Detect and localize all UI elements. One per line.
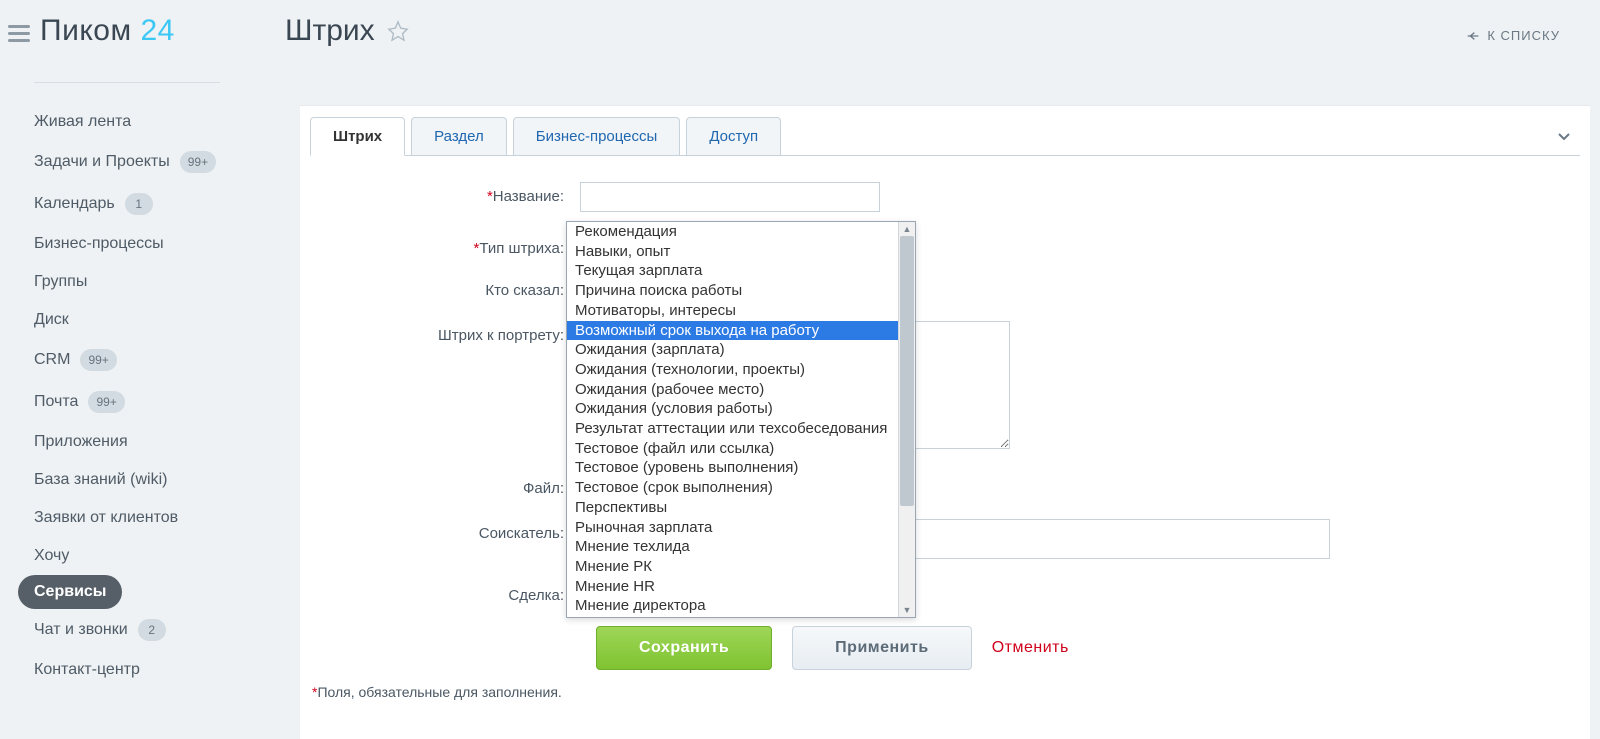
dropdown-option[interactable]: Мотиваторы, интересы — [567, 301, 898, 321]
tab-2[interactable]: Бизнес-процессы — [513, 117, 681, 156]
sidebar-item-10[interactable]: Заявки от клиентов — [34, 499, 260, 537]
sidebar: Живая лента Задачи и Проекты 99+ Календарь 1… — [0, 70, 260, 739]
sidebar-item-label: Заявки от клиентов — [34, 509, 178, 527]
back-arrow-icon — [1465, 30, 1481, 42]
sidebar-item-0[interactable]: Живая лента — [34, 103, 260, 141]
sidebar-item-label: Почта — [34, 393, 78, 411]
app-name-main: Пиком — [40, 14, 132, 47]
tab-0[interactable]: Штрих — [310, 117, 405, 156]
dropdown-option[interactable]: Навыки, опыт — [567, 242, 898, 262]
sidebar-item-label: Группы — [34, 273, 87, 291]
sidebar-item-label: Задачи и Проекты — [34, 153, 170, 171]
sidebar-item-label: Диск — [34, 311, 69, 329]
dropdown-option[interactable]: Тестовое (уровень выполнения) — [567, 458, 898, 478]
scroll-thumb[interactable] — [900, 236, 914, 506]
sidebar-item-label: Живая лента — [34, 113, 131, 131]
sidebar-item-2[interactable]: Календарь 1 — [34, 183, 260, 225]
label-applicant: Соискатель: — [330, 519, 580, 542]
favorite-star-icon[interactable] — [387, 20, 409, 42]
dropdown-option[interactable]: Результат аттестации или техсобеседовани… — [567, 419, 898, 439]
label-portrait: Штрих к портрету: — [330, 321, 580, 344]
sidebar-item-14[interactable]: Контакт-центр — [34, 651, 260, 689]
sidebar-item-3[interactable]: Бизнес-процессы — [34, 225, 260, 263]
tabs-more-icon[interactable] — [1558, 128, 1570, 144]
sidebar-item-4[interactable]: Группы — [34, 263, 260, 301]
dropdown-option[interactable]: Ожидания (рабочее место) — [567, 380, 898, 400]
label-who: Кто сказал: — [330, 276, 580, 299]
sidebar-item-label: Контакт-центр — [34, 661, 140, 679]
dropdown-option[interactable]: Тестовое (срок выполнения) — [567, 478, 898, 498]
header: Пиком 24 Штрих К СПИСКУ — [0, 0, 1600, 70]
dropdown-option[interactable]: Текущая зарплата — [567, 261, 898, 281]
form: *Название: *Тип штриха: (не установлено)… — [300, 156, 1590, 670]
dropdown-option[interactable]: Причина поиска работы — [567, 281, 898, 301]
scroll-up-icon[interactable]: ▲ — [899, 222, 915, 236]
dropdown-option[interactable]: Ожидания (технологии, проекты) — [567, 360, 898, 380]
sidebar-item-label: Сервисы — [34, 583, 106, 601]
dropdown-option[interactable]: Ожидания (условия работы) — [567, 399, 898, 419]
sidebar-item-label: Хочу — [34, 547, 69, 565]
dropdown-option[interactable]: Возможный срок выхода на работу — [567, 321, 898, 341]
dropdown-option[interactable]: Тестовое (файл или ссылка) — [567, 439, 898, 459]
dropdown-option[interactable]: Рыночная зарплата — [567, 518, 898, 538]
back-to-list-link[interactable]: К СПИСКУ — [1465, 28, 1560, 43]
dropdown-option[interactable]: Рекомендация — [567, 222, 898, 242]
sidebar-item-label: Бизнес-процессы — [34, 235, 164, 253]
type-dropdown-list: РекомендацияНавыки, опытТекущая зарплата… — [567, 222, 898, 617]
sidebar-item-12[interactable]: Сервисы — [18, 575, 122, 609]
menu-toggle-icon[interactable] — [8, 25, 30, 43]
input-name[interactable] — [580, 182, 880, 212]
label-deal: Сделка: — [330, 581, 580, 604]
app-logo[interactable]: Пиком 24 — [40, 14, 175, 48]
save-button[interactable]: Сохранить — [596, 626, 772, 670]
dropdown-option[interactable]: Мнение HR — [567, 577, 898, 597]
label-type: *Тип штриха: — [330, 234, 580, 257]
scroll-down-icon[interactable]: ▼ — [899, 603, 915, 617]
page-title: Штрих — [285, 14, 375, 48]
sidebar-divider — [34, 82, 220, 83]
required-footnote: *Поля, обязательные для заполнения. — [312, 684, 1590, 700]
sidebar-item-8[interactable]: Приложения — [34, 423, 260, 461]
sidebar-item-label: CRM — [34, 351, 70, 369]
tabs: ШтрихРазделБизнес-процессыДоступ — [300, 116, 1590, 155]
sidebar-item-7[interactable]: Почта 99+ — [34, 381, 260, 423]
dropdown-option[interactable]: Мнение техлида — [567, 537, 898, 557]
sidebar-badge: 99+ — [88, 391, 124, 413]
type-dropdown[interactable]: РекомендацияНавыки, опытТекущая зарплата… — [566, 221, 916, 618]
dropdown-option[interactable]: Ожидания (зарплата) — [567, 340, 898, 360]
sidebar-item-1[interactable]: Задачи и Проекты 99+ — [34, 141, 260, 183]
label-name: *Название: — [330, 182, 580, 205]
back-link-label: К СПИСКУ — [1487, 28, 1560, 43]
sidebar-item-label: Календарь — [34, 195, 115, 213]
sidebar-item-label: Чат и звонки — [34, 621, 128, 639]
app-name-accent: 24 — [140, 14, 174, 47]
sidebar-item-5[interactable]: Диск — [34, 301, 260, 339]
dropdown-option[interactable]: Мнение РК — [567, 557, 898, 577]
tab-3[interactable]: Доступ — [686, 117, 781, 156]
sidebar-badge: 2 — [138, 619, 166, 641]
sidebar-item-6[interactable]: CRM 99+ — [34, 339, 260, 381]
sidebar-item-9[interactable]: База знаний (wiki) — [34, 461, 260, 499]
sidebar-item-11[interactable]: Хочу — [34, 537, 260, 575]
main-panel: ШтрихРазделБизнес-процессыДоступ *Назван… — [300, 105, 1590, 739]
sidebar-badge: 1 — [125, 193, 153, 215]
sidebar-badge: 99+ — [80, 349, 116, 371]
dropdown-scrollbar[interactable]: ▲ ▼ — [898, 222, 915, 617]
sidebar-badge: 99+ — [180, 151, 216, 173]
sidebar-item-label: База знаний (wiki) — [34, 471, 167, 489]
dropdown-option[interactable]: Перспективы — [567, 498, 898, 518]
tab-1[interactable]: Раздел — [411, 117, 507, 156]
dropdown-option[interactable]: Мнение директора — [567, 596, 898, 616]
apply-button[interactable]: Применить — [792, 626, 972, 670]
sidebar-item-13[interactable]: Чат и звонки 2 — [34, 609, 260, 651]
sidebar-item-label: Приложения — [34, 433, 128, 451]
cancel-button[interactable]: Отменить — [992, 626, 1069, 670]
label-file: Файл: — [330, 474, 580, 497]
